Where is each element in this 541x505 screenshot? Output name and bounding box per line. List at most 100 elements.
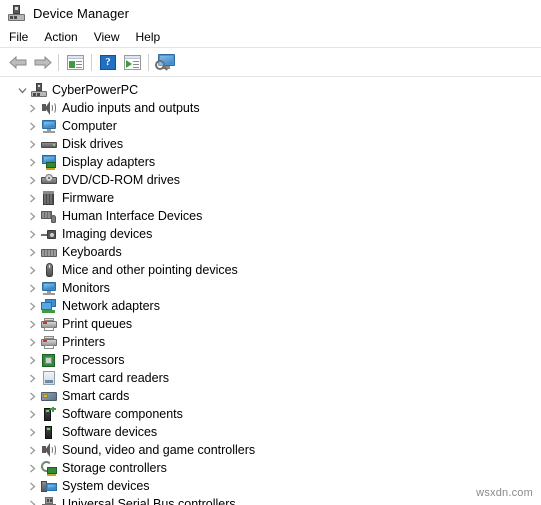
chevron-right-icon[interactable]: [24, 261, 40, 279]
smart-card-icon: [40, 388, 58, 404]
window-title: Device Manager: [33, 5, 130, 21]
help-button[interactable]: ?: [96, 50, 120, 74]
tree-row-network-adapters[interactable]: Network adapters: [0, 297, 541, 315]
speaker-icon: [40, 100, 58, 116]
printer-icon: [40, 316, 58, 332]
tree-row-computer[interactable]: Computer: [0, 117, 541, 135]
tree-root-label: CyberPowerPC: [52, 83, 139, 97]
chevron-right-icon[interactable]: [24, 405, 40, 423]
watermark: wsxdn.com: [476, 487, 533, 499]
monitor-icon: [40, 118, 58, 134]
tree-row-print-queues[interactable]: Print queues: [0, 315, 541, 333]
device-tree[interactable]: CyberPowerPC Audio inputs and outputs Co…: [0, 77, 541, 505]
cpu-chip-icon: [40, 352, 58, 368]
tree-item-label: Human Interface Devices: [62, 209, 203, 223]
back-button[interactable]: [6, 50, 30, 74]
tree-item-label: Smart card readers: [62, 371, 169, 385]
tree-row-processors[interactable]: Processors: [0, 351, 541, 369]
chevron-right-icon[interactable]: [24, 135, 40, 153]
tree-row-imaging-devices[interactable]: Imaging devices: [0, 225, 541, 243]
window-play-icon: [123, 54, 141, 70]
toolbar-separator-3: [148, 53, 149, 71]
scan-hardware-button[interactable]: [153, 50, 177, 74]
menu-item-help[interactable]: Help: [136, 28, 172, 46]
tree-row-mice-and-other-pointing-devices[interactable]: Mice and other pointing devices: [0, 261, 541, 279]
chevron-right-icon[interactable]: [24, 333, 40, 351]
tree-row-universal-serial-bus-controllers[interactable]: Universal Serial Bus controllers: [0, 495, 541, 505]
tree-row-human-interface-devices[interactable]: Human Interface Devices: [0, 207, 541, 225]
help-question-icon: ?: [100, 54, 116, 70]
display-adapter-icon: [40, 154, 58, 170]
chevron-right-icon[interactable]: [24, 171, 40, 189]
software-device-icon: [40, 424, 58, 440]
storage-controller-icon: [40, 460, 58, 476]
chevron-right-icon[interactable]: [24, 423, 40, 441]
tree-item-label: Keyboards: [62, 245, 122, 259]
chevron-right-icon[interactable]: [24, 99, 40, 117]
chevron-right-icon[interactable]: [24, 495, 40, 505]
update-driver-button[interactable]: [120, 50, 144, 74]
tree-row-keyboards[interactable]: Keyboards: [0, 243, 541, 261]
chevron-right-icon[interactable]: [24, 387, 40, 405]
tree-row-dvd-cd-rom-drives[interactable]: DVD/CD-ROM drives: [0, 171, 541, 189]
tree-row-disk-drives[interactable]: Disk drives: [0, 135, 541, 153]
tree-item-label: Print queues: [62, 317, 133, 331]
toolbar-separator-1: [58, 53, 59, 71]
chevron-right-icon[interactable]: [24, 117, 40, 135]
menu-item-action[interactable]: Action: [44, 28, 88, 46]
tree-row-audio-inputs-and-outputs[interactable]: Audio inputs and outputs: [0, 99, 541, 117]
tree-row-software-components[interactable]: Software components: [0, 405, 541, 423]
tree-item-label: Printers: [62, 335, 106, 349]
monitor-icon: [40, 280, 58, 296]
printer-icon: [40, 334, 58, 350]
tree-item-label: Network adapters: [62, 299, 160, 313]
chevron-right-icon[interactable]: [24, 441, 40, 459]
tree-row-smart-card-readers[interactable]: Smart card readers: [0, 369, 541, 387]
forward-button[interactable]: [30, 50, 54, 74]
menu-bar: File Action View Help: [0, 26, 541, 47]
tree-item-label: Monitors: [62, 281, 110, 295]
chevron-right-icon[interactable]: [24, 189, 40, 207]
menu-item-view[interactable]: View: [94, 28, 131, 46]
tree-row-system-devices[interactable]: System devices: [0, 477, 541, 495]
tree-item-label: Sound, video and game controllers: [62, 443, 256, 457]
imaging-camera-icon: [40, 226, 58, 242]
forward-arrow-icon: [33, 55, 52, 70]
network-adapter-icon: [40, 298, 58, 314]
tree-row-storage-controllers[interactable]: Storage controllers: [0, 459, 541, 477]
tree-item-label: Smart cards: [62, 389, 130, 403]
tree-item-label: Universal Serial Bus controllers: [62, 497, 236, 505]
tree-row-firmware[interactable]: Firmware: [0, 189, 541, 207]
tree-row-printers[interactable]: Printers: [0, 333, 541, 351]
speaker-icon: [40, 442, 58, 458]
tree-row-root[interactable]: CyberPowerPC: [0, 81, 541, 99]
properties-window-icon: [66, 54, 84, 70]
device-manager-icon: [8, 4, 25, 22]
properties-button[interactable]: [63, 50, 87, 74]
software-component-icon: [40, 406, 58, 422]
tree-item-label: Software components: [62, 407, 183, 421]
menu-item-file[interactable]: File: [9, 28, 39, 46]
chevron-right-icon[interactable]: [24, 315, 40, 333]
tree-item-label: Processors: [62, 353, 125, 367]
device-manager-window: Device Manager File Action View Help ? C…: [0, 0, 541, 505]
chevron-right-icon[interactable]: [24, 351, 40, 369]
chevron-right-icon[interactable]: [24, 477, 40, 495]
tree-row-software-devices[interactable]: Software devices: [0, 423, 541, 441]
tree-row-smart-cards[interactable]: Smart cards: [0, 387, 541, 405]
scan-monitor-icon: [154, 53, 176, 71]
chevron-down-icon[interactable]: [14, 81, 30, 99]
chevron-right-icon[interactable]: [24, 297, 40, 315]
chevron-right-icon[interactable]: [24, 279, 40, 297]
tree-row-sound-video-and-game-controllers[interactable]: Sound, video and game controllers: [0, 441, 541, 459]
chevron-right-icon[interactable]: [24, 153, 40, 171]
tree-row-display-adapters[interactable]: Display adapters: [0, 153, 541, 171]
chevron-right-icon[interactable]: [24, 207, 40, 225]
chevron-right-icon[interactable]: [24, 369, 40, 387]
title-bar: Device Manager: [0, 0, 541, 26]
chevron-right-icon[interactable]: [24, 225, 40, 243]
hid-keyboard-mouse-icon: [40, 208, 58, 224]
tree-row-monitors[interactable]: Monitors: [0, 279, 541, 297]
chevron-right-icon[interactable]: [24, 459, 40, 477]
chevron-right-icon[interactable]: [24, 243, 40, 261]
